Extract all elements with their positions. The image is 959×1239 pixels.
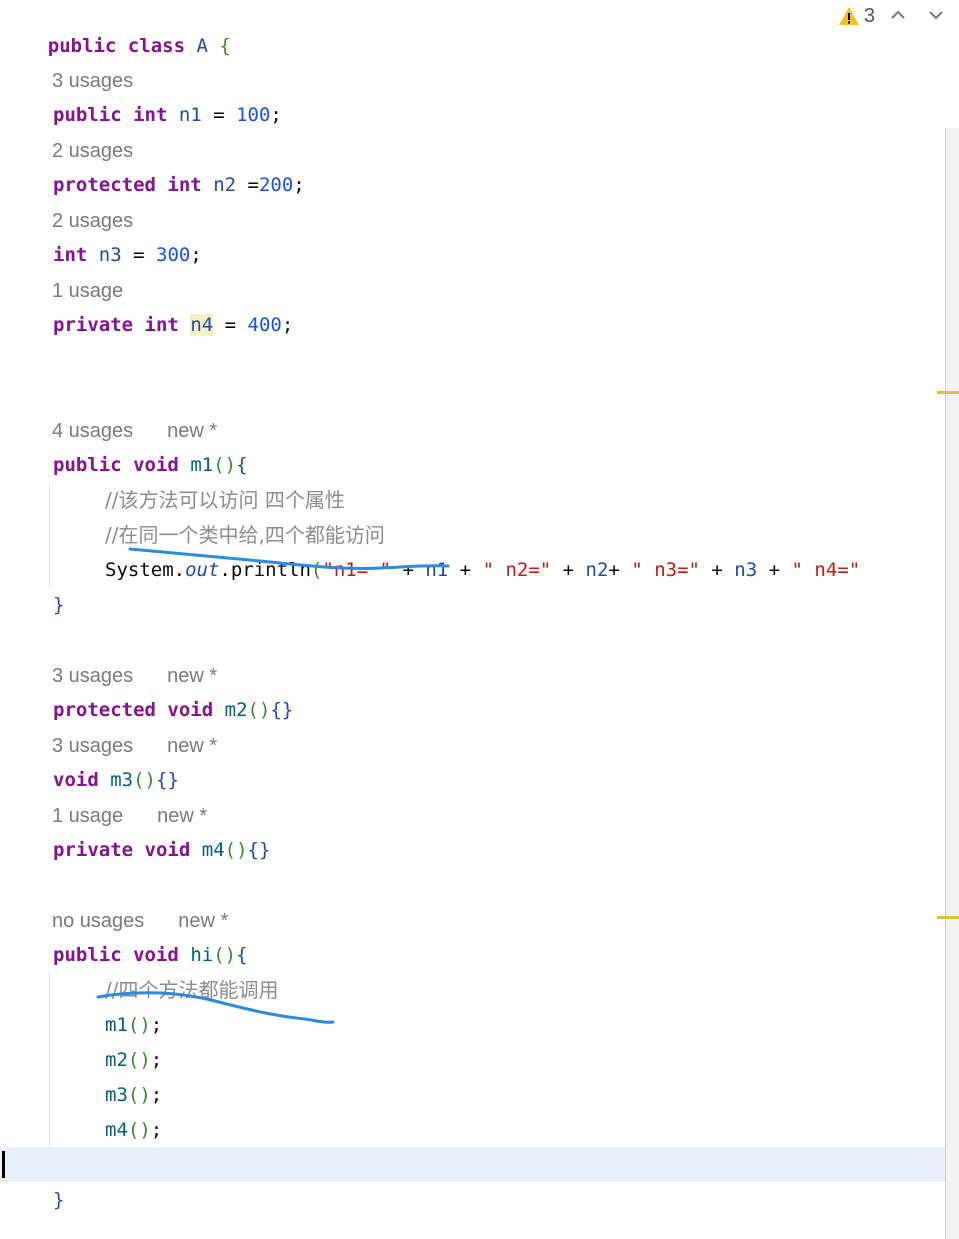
method-hi-signature: public void hi(){	[53, 944, 248, 966]
usage-hint[interactable]: 2 usages	[52, 204, 133, 239]
warning-stripe-mark[interactable]	[937, 391, 959, 394]
closing-brace: }	[53, 594, 65, 616]
usage-hint[interactable]: 3 usages new *	[52, 729, 217, 764]
current-line-highlight	[0, 1147, 945, 1182]
closing-brace: }	[53, 1189, 65, 1211]
comment-line: //该方法可以访问 四个属性	[105, 488, 345, 512]
warning-stripe-mark[interactable]	[937, 916, 959, 919]
field-n4: private int n4 = 400;	[53, 314, 294, 336]
comment-line: //在同一个类中给,四个都能访问	[105, 523, 385, 547]
comment-line: //四个方法都能调用	[105, 978, 279, 1002]
usage-hint[interactable]: no usages new *	[52, 904, 228, 939]
usage-hint[interactable]: 1 usage	[52, 274, 123, 309]
vertical-scrollbar[interactable]	[945, 128, 959, 1239]
usage-hint[interactable]: 3 usages	[52, 64, 133, 99]
chevron-down-icon[interactable]	[921, 7, 951, 25]
indent-guide	[49, 483, 50, 587]
usage-hint[interactable]: 1 usage new *	[52, 799, 207, 834]
method-m3: void m3(){}	[53, 769, 179, 791]
usage-hint[interactable]: 4 usages new *	[52, 414, 217, 449]
println-statement: System.out.println("n1= " + n1 + " n2=" …	[105, 559, 861, 581]
indent-guide	[49, 973, 50, 1147]
author-hint: new *	[167, 665, 218, 687]
method-m4: private void m4(){}	[53, 839, 271, 861]
usage-hint[interactable]: 2 usages	[52, 134, 133, 169]
warnings-indicator[interactable]: 3	[838, 5, 875, 28]
chevron-up-icon[interactable]	[883, 7, 913, 25]
field-n2: protected int n2 =200;	[53, 174, 305, 196]
class-declaration: public class A {	[47, 35, 231, 57]
call-m3: m3();	[105, 1084, 163, 1106]
author-hint: new *	[167, 735, 218, 757]
text-caret	[2, 1151, 5, 1178]
call-m4: m4();	[105, 1119, 163, 1141]
author-hint: new *	[167, 420, 218, 442]
method-m1-signature: public void m1(){	[53, 454, 248, 476]
code-editor[interactable]: public class A { 3 3 usages public int n…	[0, 0, 959, 1239]
method-m2: protected void m2(){}	[53, 699, 294, 721]
warning-count: 3	[863, 4, 875, 27]
field-n3: int n3 = 300;	[53, 244, 202, 266]
inspection-widget: 3	[838, 0, 951, 32]
call-m2: m2();	[105, 1049, 163, 1071]
warning-icon	[838, 7, 859, 25]
author-hint: new *	[178, 910, 229, 932]
usage-hint[interactable]: 3 usages new *	[52, 659, 217, 694]
author-hint: new *	[157, 805, 208, 827]
highlighted-identifier: n4	[190, 314, 214, 336]
field-n1: public int n1 = 100;	[53, 104, 282, 126]
call-m1: m1();	[105, 1014, 163, 1036]
